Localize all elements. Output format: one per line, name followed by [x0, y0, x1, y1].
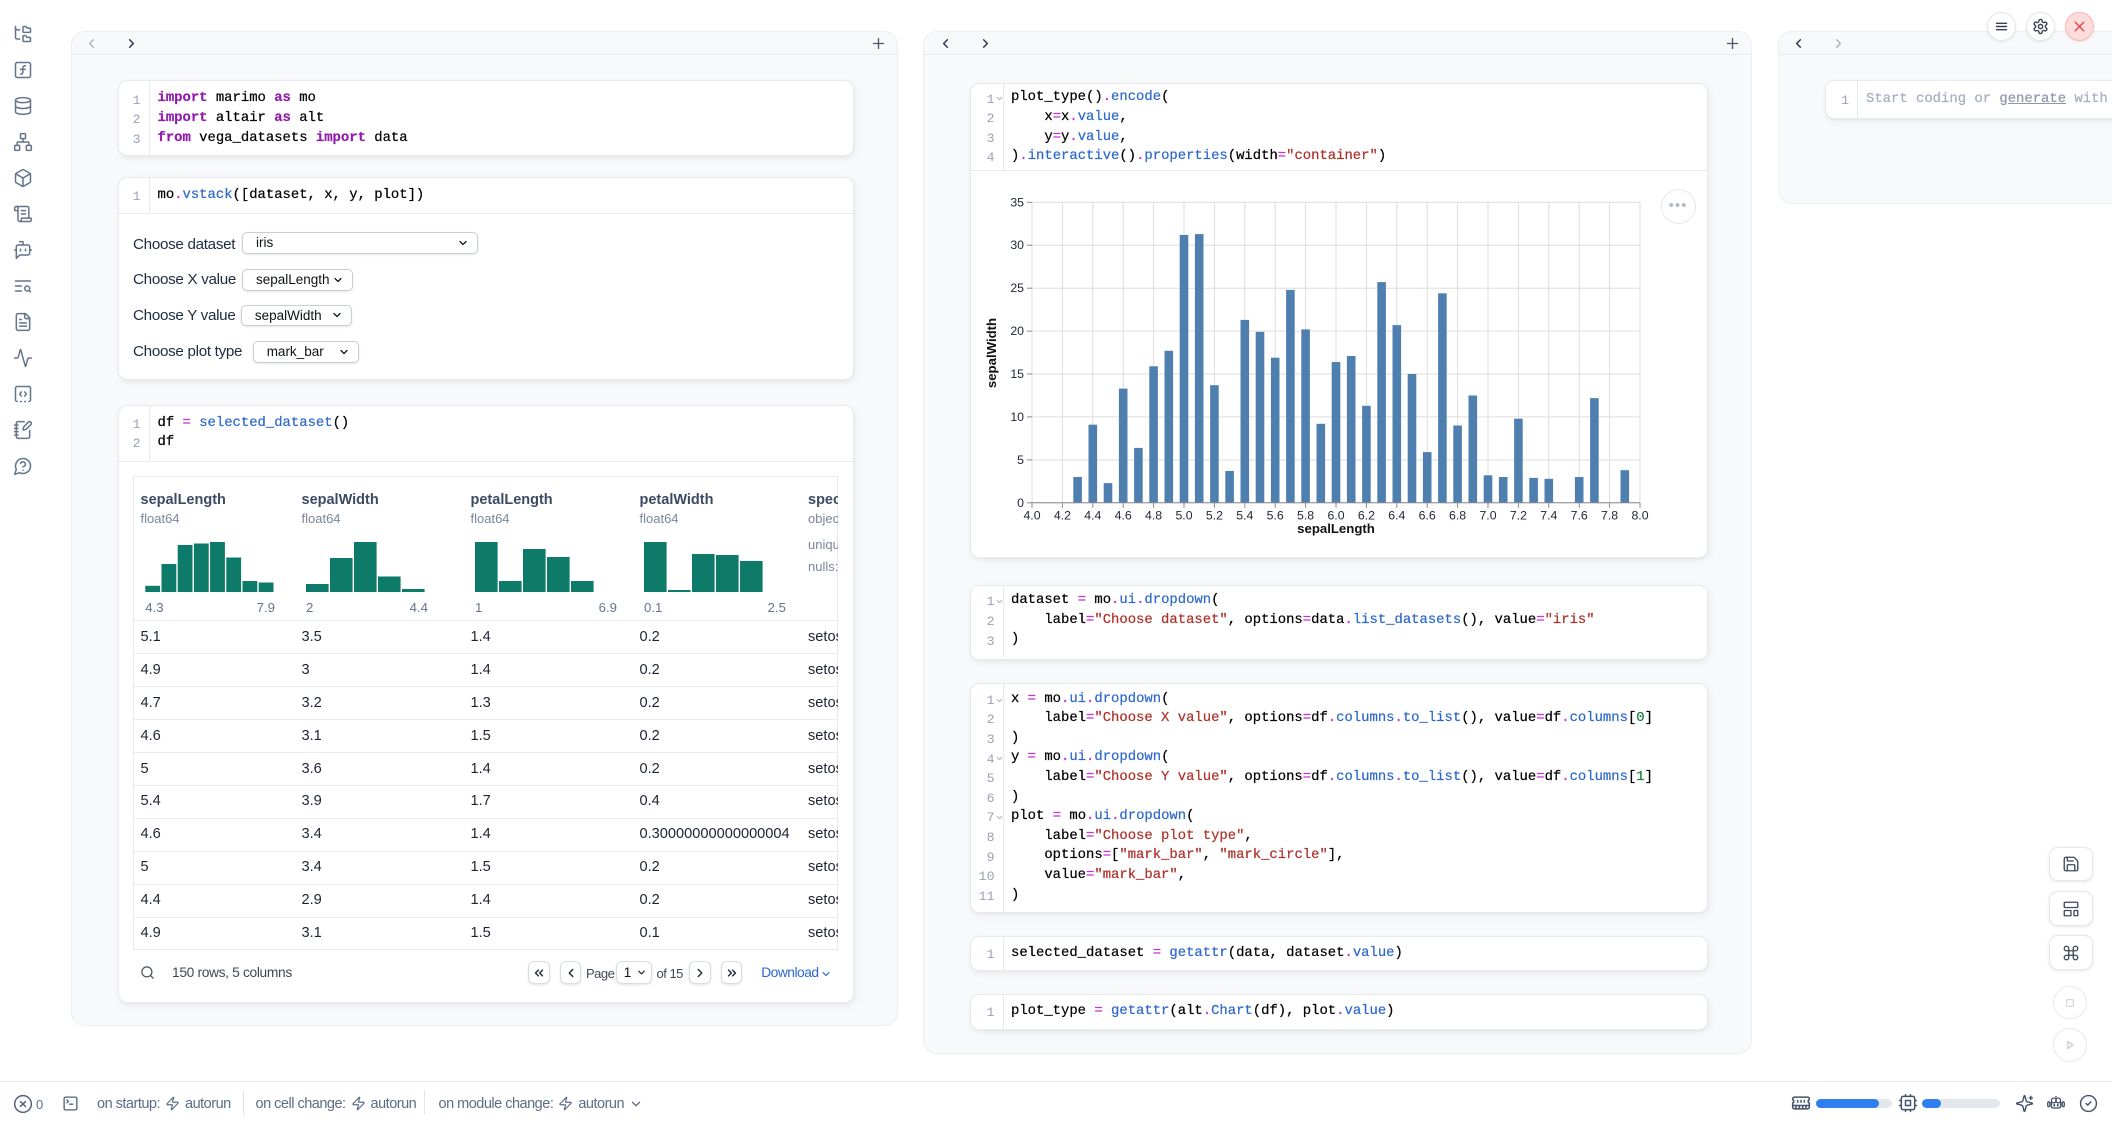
svg-text:sepalLength: sepalLength [1297, 521, 1375, 536]
svg-text:4.4: 4.4 [1084, 508, 1101, 522]
svg-text:10: 10 [1010, 410, 1024, 424]
svg-text:4.0: 4.0 [1023, 508, 1040, 522]
svg-text:5: 5 [1017, 453, 1024, 467]
svg-text:6.4: 6.4 [1388, 508, 1405, 522]
svg-text:8.0: 8.0 [1631, 508, 1648, 522]
svg-text:7.8: 7.8 [1601, 508, 1618, 522]
svg-text:5.2: 5.2 [1206, 508, 1223, 522]
svg-text:4.8: 4.8 [1145, 508, 1162, 522]
svg-text:5.6: 5.6 [1267, 508, 1284, 522]
svg-text:sepalWidth: sepalWidth [984, 318, 999, 388]
svg-text:7.4: 7.4 [1540, 508, 1557, 522]
svg-text:4.2: 4.2 [1054, 508, 1071, 522]
svg-text:5.4: 5.4 [1236, 508, 1253, 522]
svg-text:6.8: 6.8 [1449, 508, 1466, 522]
svg-text:6.6: 6.6 [1419, 508, 1436, 522]
svg-text:7.0: 7.0 [1479, 508, 1496, 522]
svg-text:5.0: 5.0 [1175, 508, 1192, 522]
svg-text:4.6: 4.6 [1115, 508, 1132, 522]
svg-text:0: 0 [1017, 496, 1024, 510]
svg-text:7.6: 7.6 [1571, 508, 1588, 522]
svg-text:20: 20 [1010, 324, 1024, 338]
svg-text:25: 25 [1010, 281, 1024, 295]
svg-text:35: 35 [1010, 195, 1024, 209]
svg-text:15: 15 [1010, 367, 1024, 381]
svg-text:7.2: 7.2 [1510, 508, 1527, 522]
svg-text:30: 30 [1010, 238, 1024, 252]
